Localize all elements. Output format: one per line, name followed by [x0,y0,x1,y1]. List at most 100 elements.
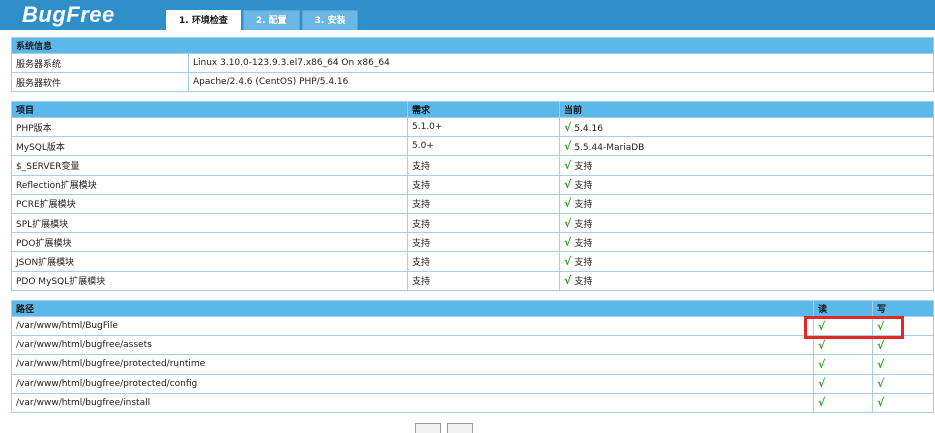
requirement-current: √ 支持 [559,270,934,291]
requirement-current-value: 支持 [574,219,593,230]
check-icon: √ [877,357,885,371]
column-header-path: 路径 [11,300,814,317]
requirement-current-value: 支持 [574,161,593,172]
requirement-current-value: 支持 [574,257,593,268]
requirements-table: 项目 需求 当前 PHP版本 5.1.0+ √ 5.4.16 MySQL版本 5.0+ √ 5… [11,101,934,291]
read-permission: √ [813,315,873,337]
path-value: /var/www/html/bugfree/install [11,392,814,413]
requirement-current-value: 5.4.16 [574,123,603,134]
table-row: MySQL版本 5.0+ √ 5.5.44-MariaDB [11,136,934,157]
check-icon: √ [564,139,572,153]
check-icon: √ [564,120,572,134]
action-buttons [415,423,473,433]
requirement-needed: 5.1.0+ [407,116,560,138]
table-row: $_SERVER变量 支持 √ 支持 [11,155,934,176]
check-icon: √ [564,197,572,211]
check-icon: √ [877,396,885,410]
table-row: 服务器软件 Apache/2.4.6 (CentOS) PHP/5.4.16 [11,72,935,93]
requirement-current: √ 5.5.44-MariaDB [559,136,934,157]
requirement-item: MySQL版本 [11,136,408,157]
table-row: /var/www/html/BugFile √ √ [11,315,934,337]
read-permission: √ [813,373,873,394]
check-icon: √ [877,319,885,333]
tab-config[interactable]: 2. 配置 [242,10,300,30]
write-permission: √ [872,354,934,375]
bugfree-logo: BugFree [22,2,115,27]
read-permission: √ [813,354,873,375]
check-icon: √ [818,357,826,371]
requirement-current: √ 支持 [559,232,934,253]
requirement-needed: 支持 [407,232,560,253]
requirement-needed: 支持 [407,270,560,291]
table-row: /var/www/html/bugfree/assets √ √ [11,335,934,356]
path-value: /var/www/html/bugfree/protected/config [11,373,814,394]
requirement-current-value: 支持 [574,277,593,288]
table-row: PDO MySQL扩展模块 支持 √ 支持 [11,270,934,291]
write-permission: √ [872,373,934,394]
write-permission: √ [872,392,934,413]
table-row: PDO扩展模块 支持 √ 支持 [11,232,934,253]
check-icon: √ [564,178,572,192]
column-header-current: 当前 [559,101,934,118]
check-icon: √ [818,377,826,391]
requirement-needed: 支持 [407,212,560,234]
system-value: Apache/2.4.6 (CentOS) PHP/5.4.16 [187,72,935,93]
requirement-current: √ 支持 [559,212,934,234]
requirement-needed: 5.0+ [407,136,560,157]
column-header-required: 需求 [407,101,560,118]
requirement-current: √ 5.4.16 [559,116,934,138]
requirement-current-value: 支持 [574,238,593,249]
column-header-write: 写 [872,300,934,317]
check-icon: √ [877,338,885,352]
table-row: /var/www/html/bugfree/protected/runtime √… [11,354,934,375]
system-label: 服务器软件 [11,72,189,93]
path-value: /var/www/html/bugfree/protected/runtime [11,354,814,375]
table-row: PCRE扩展模块 支持 √ 支持 [11,193,934,214]
system-info-table: 系统信息 服务器系统 Linux 3.10.0-123.9.3.el7.x86_… [10,37,935,93]
requirement-current-value: 5.5.44-MariaDB [574,142,645,153]
check-icon: √ [564,274,572,288]
column-header-read: 读 [813,300,873,317]
recheck-button[interactable] [415,423,441,433]
requirement-item: SPL扩展模块 [11,212,408,234]
path-value: /var/www/html/BugFile [11,315,814,337]
requirement-item: JSON扩展模块 [11,251,408,272]
system-value: Linux 3.10.0-123.9.3.el7.x86_64 On x86_6… [187,52,935,74]
requirement-current: √ 支持 [559,174,934,195]
check-icon: √ [818,338,826,352]
check-icon: √ [818,319,826,333]
table-row: Reflection扩展模块 支持 √ 支持 [11,174,934,195]
next-button[interactable] [447,423,473,433]
table-row: SPL扩展模块 支持 √ 支持 [11,212,934,234]
write-permission: √ [872,315,934,337]
system-info-caption: 系统信息 [10,37,935,54]
system-label: 服务器系统 [11,52,189,74]
table-row: /var/www/html/bugfree/install √ √ [11,392,934,413]
check-icon: √ [564,254,572,268]
requirement-current: √ 支持 [559,155,934,176]
table-row: JSON扩展模块 支持 √ 支持 [11,251,934,272]
check-icon: √ [564,235,572,249]
check-icon: √ [877,377,885,391]
top-bar: BugFree 1. 环境检查 2. 配置 3. 安装 [0,0,935,30]
requirement-item: PHP版本 [11,116,408,138]
check-icon: √ [564,216,572,230]
requirement-current-value: 支持 [574,181,593,192]
requirement-needed: 支持 [407,174,560,195]
requirement-current: √ 支持 [559,251,934,272]
requirement-needed: 支持 [407,193,560,214]
tab-environment-check[interactable]: 1. 环境检查 [166,10,241,30]
requirement-item: Reflection扩展模块 [11,174,408,195]
table-row: 服务器系统 Linux 3.10.0-123.9.3.el7.x86_64 On… [11,52,935,74]
install-step-tabs: 1. 环境检查 2. 配置 3. 安装 [166,10,360,30]
tab-install[interactable]: 3. 安装 [301,10,359,30]
requirement-needed: 支持 [407,251,560,272]
column-header-item: 项目 [11,101,408,118]
table-row: PHP版本 5.1.0+ √ 5.4.16 [11,116,934,138]
check-icon: √ [564,158,572,172]
path-value: /var/www/html/bugfree/assets [11,335,814,356]
requirement-current: √ 支持 [559,193,934,214]
requirement-item: PCRE扩展模块 [11,193,408,214]
requirement-item: PDO MySQL扩展模块 [11,270,408,291]
table-row: /var/www/html/bugfree/protected/config √ √ [11,373,934,394]
